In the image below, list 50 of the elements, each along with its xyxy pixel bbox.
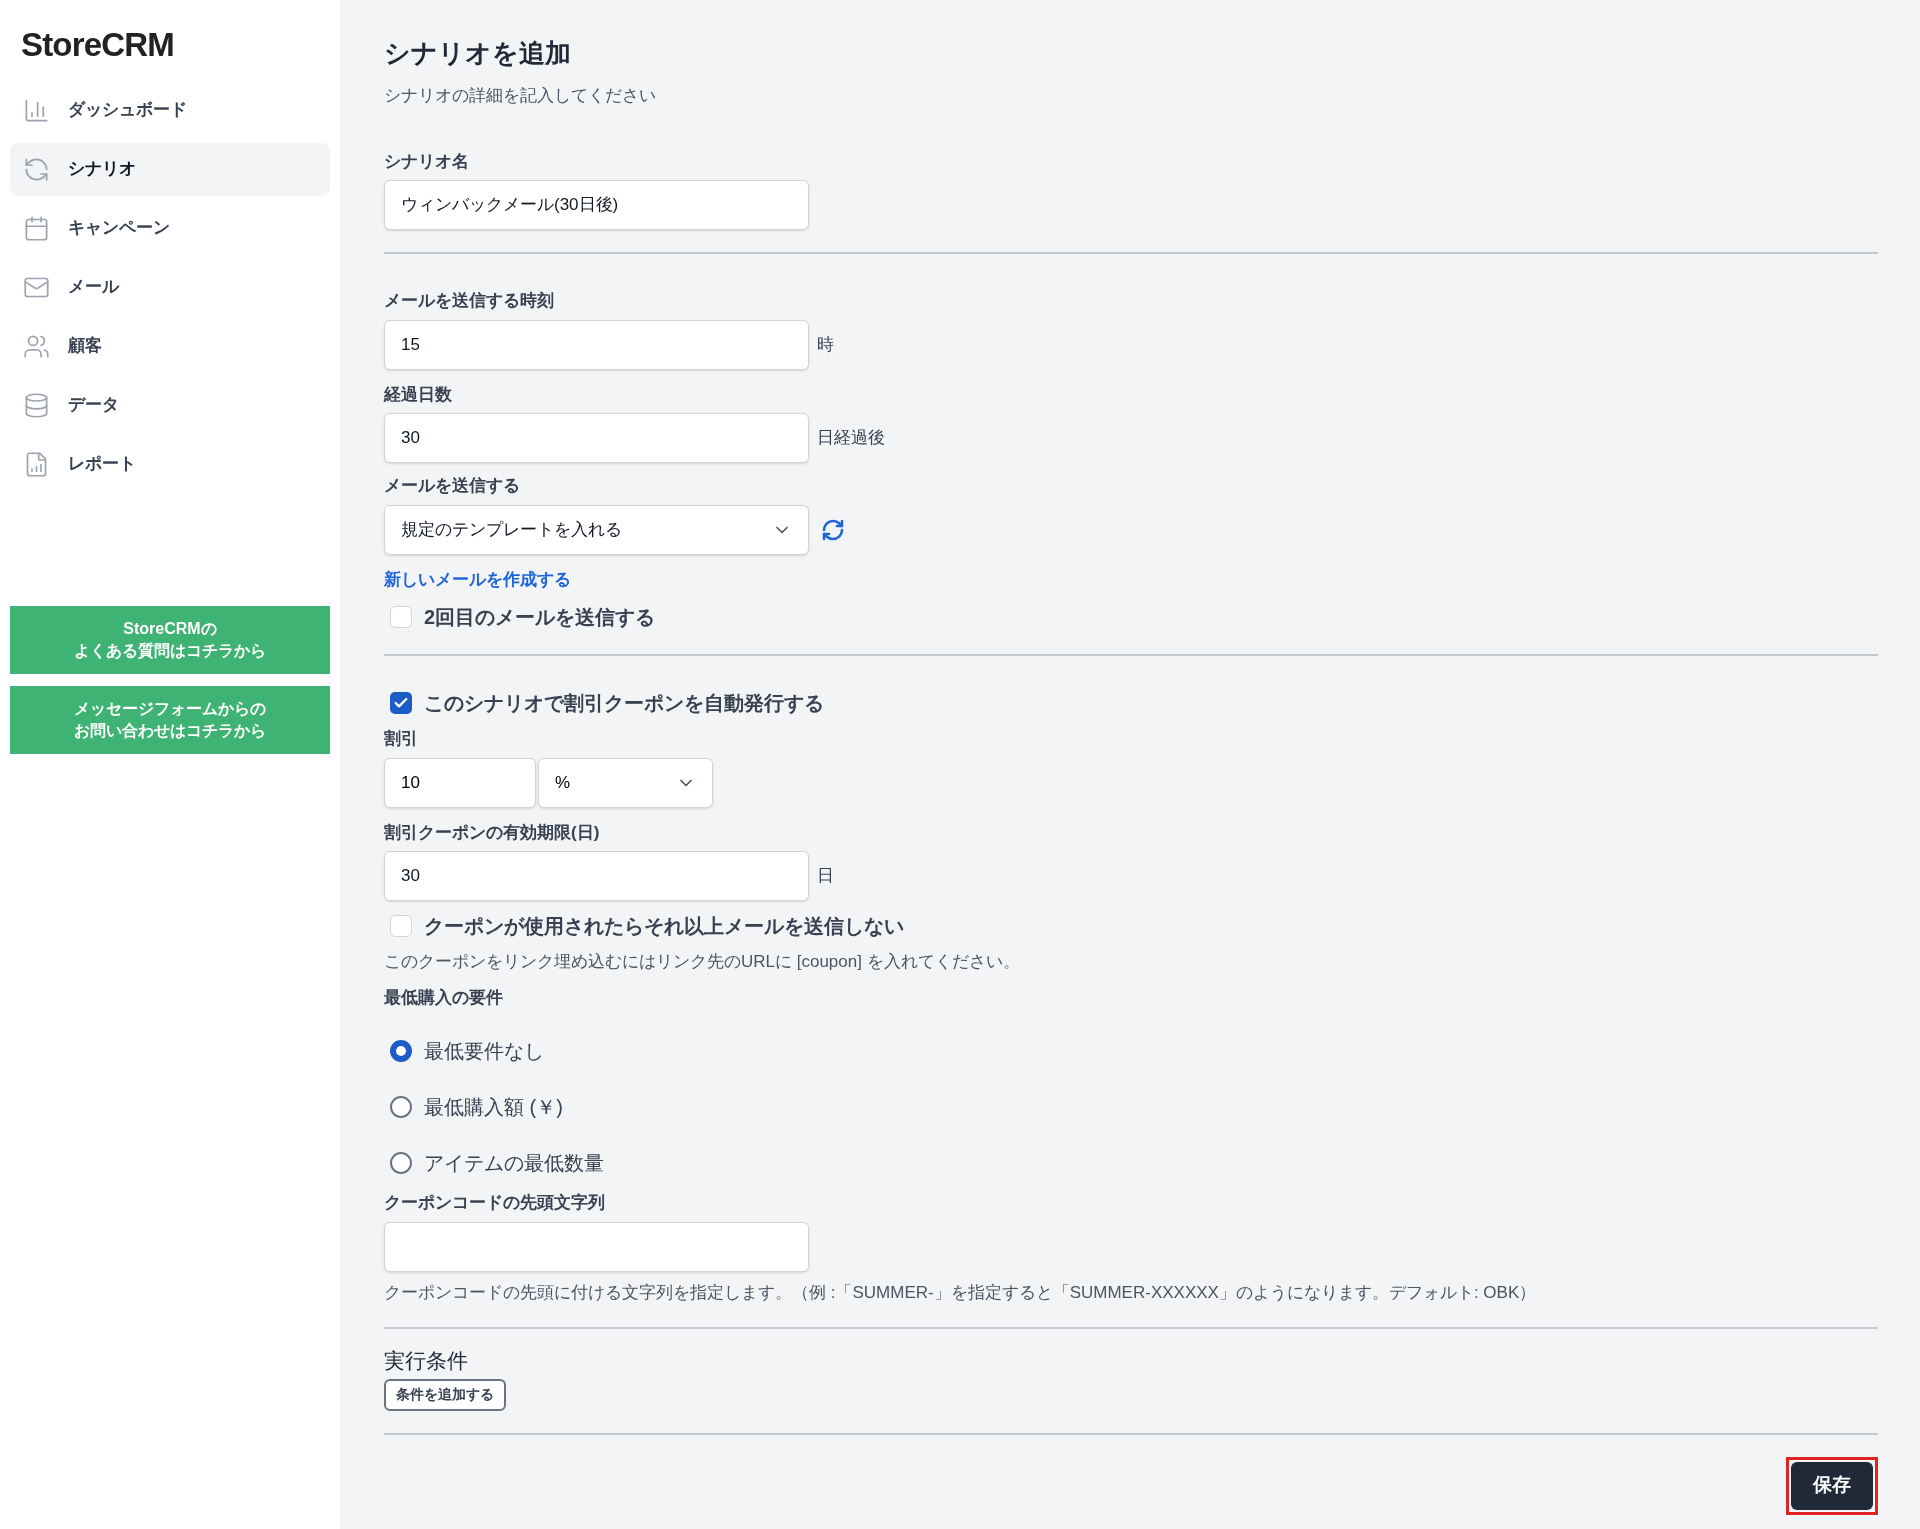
page-subtitle: シナリオの詳細を記入してください xyxy=(384,85,657,107)
radio-button[interactable] xyxy=(390,1096,412,1118)
field-label: シナリオ名 xyxy=(384,150,470,173)
nav-item[interactable]: ダッシュボード xyxy=(10,83,330,137)
text-field[interactable]: 30 xyxy=(384,851,809,901)
checkbox[interactable] xyxy=(390,915,412,937)
field-label: クーポンコードの先頭文字列 xyxy=(384,1192,606,1214)
help-text: このクーポンをリンク埋め込むにはリンク先のURLに [coupon] を入れてください。 xyxy=(384,951,1021,973)
text-field[interactable]: 30 xyxy=(384,413,809,463)
save-button[interactable]: 保存 xyxy=(1791,1461,1873,1510)
checkbox-label: このシナリオで割引クーポンを自動発行する xyxy=(424,691,824,716)
radio-label: アイテムの最低数量 xyxy=(424,1151,604,1176)
radio-label: 最低購入額 (￥) xyxy=(424,1095,563,1120)
checkbox[interactable] xyxy=(390,692,412,714)
field-label: 割引クーポンの有効期限(日) xyxy=(384,821,601,844)
section-heading: 実行条件 xyxy=(384,1348,469,1374)
checkbox[interactable] xyxy=(390,606,412,628)
field-label: メールを送信する xyxy=(384,475,521,497)
discount-field[interactable]: 10 xyxy=(384,757,536,808)
nav-item[interactable]: メール xyxy=(10,260,330,314)
calendar-icon xyxy=(23,214,50,242)
checkbox-label: クーポンが使用されたらそれ以上メールを送信しない xyxy=(424,914,904,939)
radio-button[interactable] xyxy=(390,1152,412,1174)
unit-label: 日 xyxy=(817,865,834,888)
radio-button[interactable] xyxy=(390,1040,412,1062)
checkbox-label: 2回目のメールを送信する xyxy=(424,605,656,630)
text-field[interactable] xyxy=(384,1221,809,1272)
nav-item[interactable]: 顧客 xyxy=(10,319,330,373)
nav-item[interactable]: レポート xyxy=(10,437,330,491)
field-label: 経過日数 xyxy=(384,383,453,406)
unit-label: 時 xyxy=(817,333,834,356)
unit-label: 日経過後 xyxy=(817,427,885,450)
nav-item[interactable]: データ xyxy=(10,378,330,432)
nav-item[interactable]: シナリオ xyxy=(10,142,330,196)
refresh-icon[interactable] xyxy=(821,517,845,542)
new-mail-link[interactable]: 新しいメールを作成する xyxy=(384,566,571,592)
unit-dropdown[interactable]: % xyxy=(538,757,713,808)
add-condition-button[interactable]: 条件を追加する xyxy=(384,1378,506,1411)
field-label: 最低購入の要件 xyxy=(384,986,504,1009)
field-label: メールを送信する時刻 xyxy=(384,290,555,312)
logo: StoreCRM xyxy=(21,25,175,65)
field-label: 割引 xyxy=(384,728,419,750)
database-icon xyxy=(23,391,50,419)
text-field[interactable]: 15 xyxy=(384,319,809,370)
template-dropdown[interactable]: 規定のテンプレートを入れる xyxy=(384,504,809,555)
help-text: クーポンコードの先頭に付ける文字列を指定します。（例 :「SUMMER-」を指定すると「SUMMER-XXXXXX」のようになります。デフォルト: OBK） xyxy=(384,1281,1538,1304)
page-title: シナリオを追加 xyxy=(384,37,572,70)
radio-label: 最低要件なし xyxy=(424,1039,544,1064)
text-field[interactable]: ウィンバックメール(30日後) xyxy=(384,180,809,230)
nav-item[interactable]: キャンペーン xyxy=(10,201,330,255)
